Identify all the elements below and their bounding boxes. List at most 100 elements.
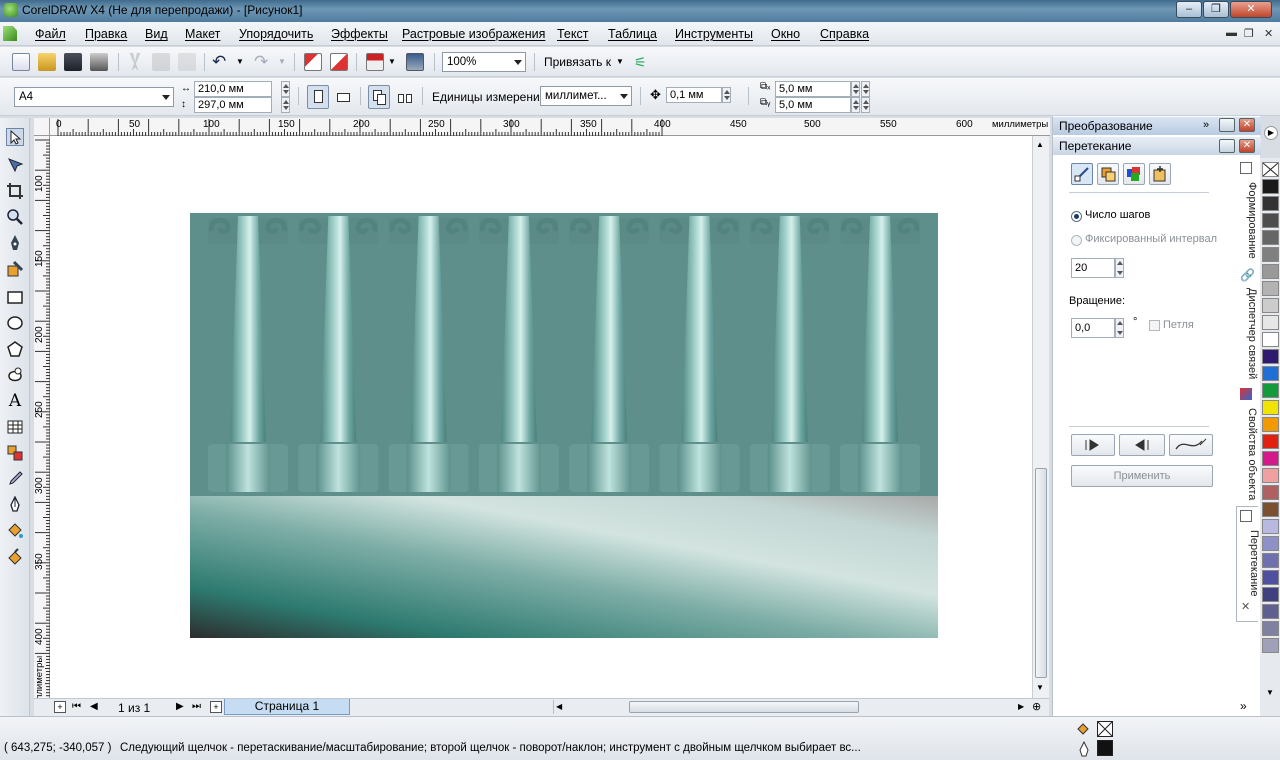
color-swatch[interactable] [1262, 400, 1279, 415]
shaping-tab-icon[interactable] [1240, 162, 1252, 174]
insert-page-before-icon[interactable]: + [54, 701, 66, 713]
tab-shaping[interactable]: Формирование [1236, 182, 1258, 259]
menu-edit[interactable]: Правка [85, 27, 127, 41]
current-page-button[interactable] [396, 87, 416, 107]
page-height-field[interactable]: 297,0 мм [194, 97, 272, 113]
menu-layout[interactable]: Макет [185, 27, 220, 41]
duplicate-y-field[interactable]: 5,0 мм [775, 97, 851, 113]
nudge-spinner[interactable] [722, 87, 731, 103]
loop-checkbox[interactable] [1149, 320, 1160, 331]
landscape-button[interactable] [334, 87, 354, 107]
last-page-icon[interactable]: ⏭ [192, 701, 201, 712]
duplicate-x-spinner[interactable] [851, 81, 860, 97]
blend-path-icon[interactable] [1169, 434, 1213, 456]
expand-icon[interactable]: » [1203, 119, 1209, 131]
close-button[interactable]: ✕ [1230, 1, 1272, 18]
color-swatch[interactable] [1262, 621, 1279, 636]
next-page-icon[interactable]: ▶ [176, 701, 184, 712]
color-swatch[interactable] [1262, 332, 1279, 347]
portrait-button[interactable] [307, 85, 329, 109]
menu-arrange[interactable]: Упорядочить [239, 27, 313, 41]
new-document-icon[interactable] [12, 53, 30, 71]
color-swatch[interactable] [1262, 434, 1279, 449]
tab-blend[interactable]: Перетекание [1238, 530, 1260, 596]
steps-radio[interactable] [1071, 211, 1082, 222]
copy-icon[interactable] [152, 53, 170, 71]
docker-restore-icon[interactable] [1219, 118, 1235, 132]
blend-acceleration-tab-icon[interactable] [1097, 163, 1119, 185]
color-swatch[interactable] [1262, 485, 1279, 500]
application-launcher-icon[interactable] [366, 53, 384, 71]
ruler-origin[interactable] [34, 118, 50, 136]
color-swatch[interactable] [1262, 230, 1279, 245]
menu-effects[interactable]: Эффекты [331, 27, 388, 41]
color-swatch[interactable] [1262, 315, 1279, 330]
undo-dropdown-icon[interactable]: ▼ [236, 57, 244, 66]
blend-steps-tab-icon[interactable] [1071, 163, 1093, 185]
fill-tool-icon[interactable] [6, 522, 24, 540]
snap-to-label[interactable]: Привязать к [544, 55, 611, 69]
insert-page-after-icon[interactable]: + [210, 701, 222, 713]
blend-minimize-icon[interactable] [1219, 139, 1235, 153]
color-swatch[interactable] [1262, 451, 1279, 466]
cut-icon[interactable] [129, 53, 141, 71]
steps-value-field[interactable]: 20 [1071, 258, 1115, 278]
scroll-down-icon[interactable]: ▼ [1036, 683, 1044, 692]
color-swatch[interactable] [1262, 196, 1279, 211]
first-page-icon[interactable]: ⏮ [72, 701, 81, 712]
rotation-value-field[interactable]: 0,0 [1071, 318, 1115, 338]
drawing-canvas[interactable] [50, 136, 1032, 698]
artwork[interactable] [50, 136, 1032, 698]
menu-text[interactable]: Текст [557, 27, 588, 41]
link-manager-tab-icon[interactable]: 🔗 [1240, 268, 1255, 282]
duplicate-x-field[interactable]: 5,0 мм [775, 81, 851, 97]
rotation-spinner[interactable] [1115, 318, 1124, 338]
palette-scroll-down-icon[interactable]: ▼ [1266, 688, 1274, 697]
loop-label[interactable]: Петля [1163, 319, 1194, 331]
smart-fill-tool-icon[interactable] [6, 260, 24, 278]
blend-color-tab-icon[interactable] [1123, 163, 1145, 185]
color-swatch[interactable] [1262, 587, 1279, 602]
color-swatch[interactable] [1262, 366, 1279, 381]
navigator-icon[interactable]: ⊕ [1032, 700, 1041, 713]
pick-tool-icon[interactable] [6, 128, 24, 146]
open-folder-icon[interactable] [38, 53, 56, 71]
fixed-spacing-radio[interactable] [1071, 235, 1082, 246]
apply-button[interactable]: Применить [1071, 465, 1213, 487]
rectangle-tool-icon[interactable] [6, 288, 24, 306]
fill-indicator-icon[interactable] [1076, 722, 1090, 736]
previous-page-icon[interactable]: ◀ [90, 701, 98, 712]
menu-tools[interactable]: Инструменты [675, 27, 753, 41]
save-icon[interactable] [64, 53, 82, 71]
coreldraw-app-icon[interactable] [4, 3, 18, 17]
all-pages-button[interactable] [368, 85, 390, 109]
zoom-level-combo[interactable]: 100% [442, 52, 526, 72]
mdi-close-icon[interactable]: ✕ [1264, 27, 1273, 40]
fill-none-swatch[interactable] [1097, 721, 1113, 737]
steps-option-label[interactable]: Число шагов [1085, 209, 1150, 221]
menu-bitmaps[interactable]: Растровые изображения [402, 27, 545, 41]
blend-misc-tab-icon[interactable] [1149, 163, 1171, 185]
expand-dockers-icon[interactable]: » [1240, 699, 1247, 713]
shape-tool-icon[interactable] [6, 156, 24, 174]
zoom-tool-icon[interactable] [6, 208, 24, 226]
nudge-distance-field[interactable]: 0,1 мм [666, 87, 722, 103]
freehand-tool-icon[interactable] [6, 234, 24, 252]
vertical-scroll-thumb[interactable] [1035, 468, 1047, 678]
blend-reverse-path-icon[interactable] [1119, 434, 1165, 456]
color-swatch[interactable] [1262, 247, 1279, 262]
minimize-button[interactable]: ‒ [1176, 1, 1202, 18]
undo-icon[interactable]: ↶ [212, 53, 230, 71]
table-tool-icon[interactable] [6, 418, 24, 436]
redo-dropdown-icon[interactable]: ▼ [278, 57, 286, 66]
blend-close-icon[interactable]: ✕ [1239, 139, 1255, 153]
menu-window[interactable]: Окно [771, 27, 800, 41]
units-combo[interactable]: миллимет... [540, 86, 632, 106]
interactive-fill-tool-icon[interactable] [6, 548, 24, 566]
vertical-ruler[interactable]: 100 150 200 250 300 350 400 миллиметры [34, 136, 50, 716]
steps-spinner[interactable] [1115, 258, 1124, 278]
blend-tab-icon[interactable] [1240, 510, 1252, 522]
palette-options-icon[interactable]: ▶ [1264, 126, 1278, 140]
color-swatch[interactable] [1262, 298, 1279, 313]
docker-close-icon[interactable]: ✕ [1239, 118, 1255, 132]
